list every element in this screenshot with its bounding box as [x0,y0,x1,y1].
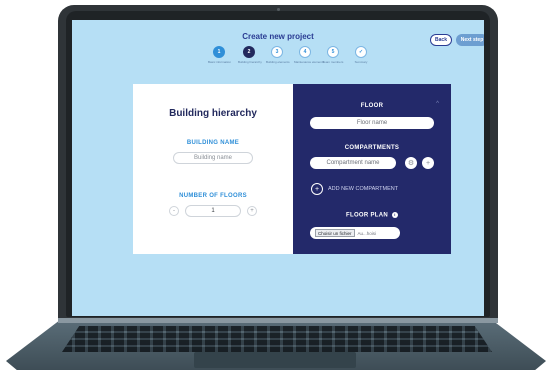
decrement-button[interactable]: - [169,206,179,216]
step-building-elements[interactable]: 3 Building elements [266,46,290,64]
building-hierarchy-panel: Building hierarchy BUILDING NAME Buildin… [133,84,293,254]
floor-panel: ^ FLOOR Floor name COMPARTMENTS Compartm… [293,84,451,254]
building-name-label: BUILDING NAME [186,140,240,146]
floor-plan-file-input[interactable]: Choisir un fichier Au...hoisi [310,227,400,239]
floors-stepper: - 1 + [169,205,257,217]
next-step-button[interactable]: Next step [456,34,484,46]
building-name-input[interactable]: Building name [173,152,253,164]
floor-name-input[interactable]: Floor name [310,117,434,129]
step-maintenance-elements[interactable]: 4 Maintenance elements [294,46,325,64]
number-of-floors-label: NUMBER OF FLOORS [179,193,247,199]
choose-file-button[interactable]: Choisir un fichier [315,229,355,237]
floor-plan-heading: FLOOR PLAN i [293,212,451,219]
compartment-name-input[interactable]: Compartment name [310,157,396,169]
floor-plan-label: FLOOR PLAN [346,212,389,219]
app-screen: Create new project Back Next step 1 Basi… [72,20,484,316]
step-caption: Team members [322,60,344,64]
laptop-stage: Create new project Back Next step 1 Basi… [0,0,550,376]
step-building-hierarchy[interactable]: 2 Building hierarchy [238,46,262,64]
laptop-hinge [58,318,498,323]
step-number: 2 [243,46,255,58]
floors-count-input[interactable]: 1 [185,205,241,217]
wizard-header: Create new project Back Next step 1 Basi… [72,20,484,72]
step-basic-information[interactable]: 1 Basic information [208,46,232,64]
info-icon[interactable]: i [391,212,398,218]
check-icon: ✓ [355,46,367,58]
webcam-icon [277,8,280,11]
laptop-keyboard [62,326,492,352]
compartments-label: COMPARTMENTS [344,145,400,151]
gear-icon[interactable]: ⚙ [405,157,417,169]
step-number: 4 [299,46,311,58]
step-caption: Summary [354,60,368,64]
step-team-members[interactable]: 5 Team members [322,46,344,64]
back-button[interactable]: Back [430,34,452,46]
file-status: Au...hoisi [357,230,377,236]
stepper-progress: 1 Basic information 2 Building hierarchy… [208,46,378,70]
add-compartment-button[interactable]: + ADD NEW COMPARTMENT [311,183,398,195]
step-number: 5 [327,46,339,58]
laptop-trackpad [194,352,356,368]
plus-circle-icon: + [311,183,323,195]
step-number: 3 [271,46,283,58]
add-icon[interactable]: + [422,157,434,169]
floor-label: FLOOR [360,103,384,109]
increment-button[interactable]: + [247,206,257,216]
panel-title: Building hierarchy [169,108,257,119]
step-summary[interactable]: ✓ Summary [350,46,372,64]
add-compartment-label: ADD NEW COMPARTMENT [328,186,399,192]
step-caption: Building elements [266,60,290,64]
step-caption: Building hierarchy [238,60,262,64]
step-number: 1 [213,46,225,58]
step-caption: Basic information [208,60,232,64]
page-title: Create new project [242,32,314,41]
step-caption: Maintenance elements [294,60,325,64]
